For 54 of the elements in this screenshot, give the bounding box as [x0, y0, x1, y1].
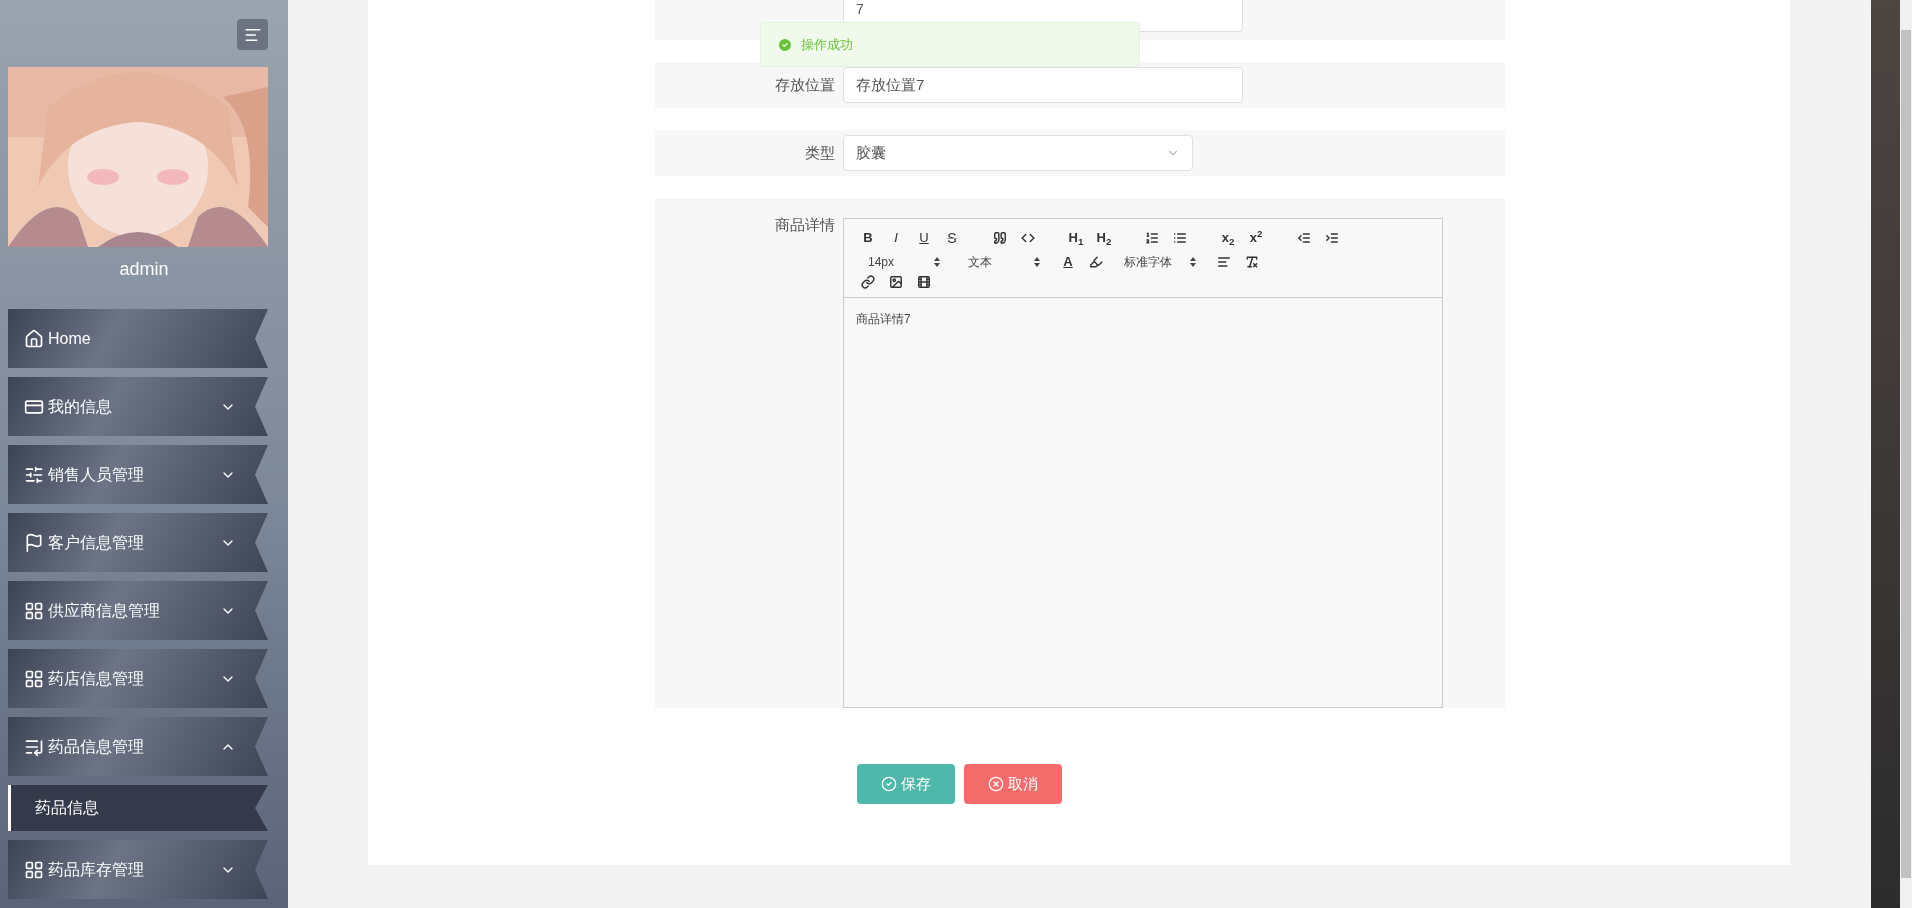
film-icon[interactable]: [917, 275, 931, 289]
check-circle-icon: [881, 776, 897, 792]
link-icon[interactable]: [861, 275, 875, 289]
submenu-item[interactable]: 药品信息: [8, 785, 268, 831]
scrollbar-thumb[interactable]: [1901, 30, 1911, 878]
highlighter-icon[interactable]: [1089, 255, 1103, 269]
toolbar-select[interactable]: 14px: [856, 251, 952, 273]
grid-icon: [24, 600, 44, 621]
menu-item[interactable]: 我的信息: [8, 377, 268, 436]
menu-toggle-button[interactable]: [237, 19, 268, 50]
updown-arrows-icon: [934, 257, 940, 267]
align-left-icon[interactable]: [1217, 255, 1231, 269]
menu-item[interactable]: Home: [8, 309, 268, 368]
toolbar-button[interactable]: U: [912, 227, 936, 249]
toolbar-select[interactable]: 标准字体: [1112, 251, 1208, 273]
toolbar-button[interactable]: H$_{2}$: [1092, 227, 1116, 249]
field-label: 存放位置: [774, 74, 836, 95]
editor-content[interactable]: 商品详情7: [844, 298, 1442, 707]
updown-arrows-icon: [1190, 257, 1196, 267]
field-label: 类型: [804, 142, 836, 163]
quote-icon[interactable]: [993, 231, 1007, 245]
menu-item[interactable]: 供应商信息管理: [8, 581, 268, 640]
menu-item[interactable]: 销售人员管理: [8, 445, 268, 504]
toolbar-button[interactable]: x$^{2}$: [1244, 227, 1268, 249]
field-label: 商品详情: [774, 215, 836, 235]
grid-icon: [24, 859, 44, 880]
toast-message: 操作成功: [801, 35, 853, 54]
menu-item[interactable]: 药店信息管理: [8, 649, 268, 708]
user-name: admin: [118, 258, 170, 281]
toolbar-select[interactable]: 文本: [956, 251, 1052, 273]
x-circle-icon: [988, 776, 1004, 792]
toolbar-button[interactable]: H$_{1}$: [1064, 227, 1088, 249]
clear-format-icon[interactable]: [1245, 255, 1259, 269]
updown-arrows-icon: [1034, 257, 1040, 267]
indent-icon[interactable]: [1325, 231, 1339, 245]
select-field[interactable]: 胶囊: [843, 135, 1193, 171]
toolbar-button[interactable]: x$_{2}$: [1216, 227, 1240, 249]
toolbar-button[interactable]: B: [856, 227, 880, 249]
toolbar-button[interactable]: A: [1056, 251, 1080, 273]
outdent-icon[interactable]: [1297, 231, 1311, 245]
ordered-list-icon[interactable]: [1145, 231, 1159, 245]
flag-icon: [24, 532, 44, 553]
sliders-icon: [24, 464, 44, 485]
bullet-list-icon[interactable]: [1173, 231, 1187, 245]
code-icon[interactable]: [1021, 231, 1035, 245]
menu-item[interactable]: 药品信息管理: [8, 717, 268, 776]
menu-item[interactable]: 客户信息管理: [8, 513, 268, 572]
image-icon[interactable]: [889, 275, 903, 289]
menu-item[interactable]: 药品库存管理: [8, 840, 268, 899]
toolbar-button[interactable]: I: [884, 227, 908, 249]
text-input[interactable]: 存放位置7: [843, 67, 1243, 103]
success-icon: [777, 36, 793, 53]
grid-icon: [24, 668, 44, 689]
home-icon: [24, 328, 44, 349]
